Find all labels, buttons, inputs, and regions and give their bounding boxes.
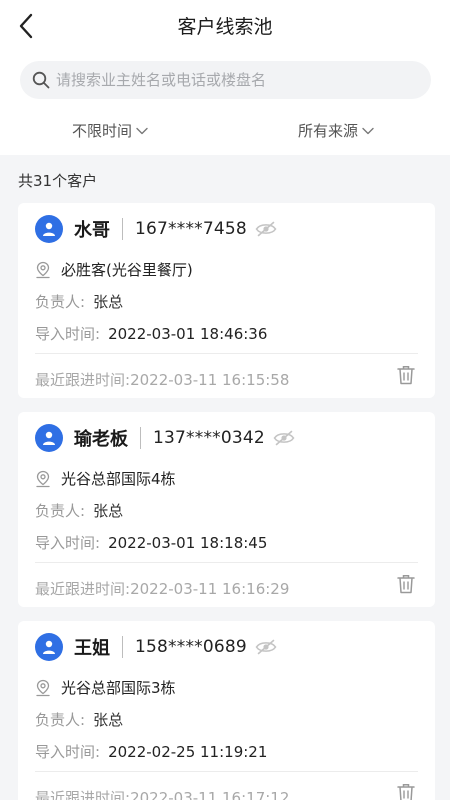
search-icon	[32, 71, 50, 89]
customer-card-header: 瑜老板 137****0342	[35, 423, 295, 453]
last-follow-label: 最近跟进时间:	[35, 789, 131, 800]
avatar	[35, 215, 63, 243]
last-follow-value: 2022-03-11 16:15:58	[130, 371, 290, 389]
customer-name: 瑜老板	[74, 429, 128, 450]
import-time-label: 导入时间:	[35, 325, 101, 343]
customer-address: 光谷总部国际4栋	[35, 468, 176, 489]
time-filter-label: 不限时间	[72, 122, 133, 140]
card-divider	[35, 562, 418, 563]
location-pin-icon	[35, 261, 51, 279]
divider	[140, 427, 141, 449]
toggle-phone-visibility-button[interactable]	[255, 639, 277, 655]
last-follow-label: 最近跟进时间:	[35, 371, 131, 389]
last-follow-value: 2022-03-11 16:17:12	[130, 789, 290, 800]
nav-bar: 客户线索池	[0, 0, 450, 52]
search-bar[interactable]	[20, 61, 431, 99]
customer-card[interactable]: 王姐 158****0689 光谷总部国际3栋 负责人: 张总 导入时间: 20…	[18, 621, 435, 800]
owner-row: 负责人: 张总	[35, 291, 123, 312]
card-divider	[35, 353, 418, 354]
import-time-row: 导入时间: 2022-03-01 18:46:36	[35, 323, 267, 344]
delete-button[interactable]	[397, 783, 415, 800]
address-text: 必胜客(光谷里餐厅)	[61, 261, 193, 279]
last-follow-label: 最近跟进时间:	[35, 580, 131, 598]
toggle-phone-visibility-button[interactable]	[273, 430, 295, 446]
user-icon	[43, 640, 55, 654]
chevron-down-icon	[136, 127, 148, 134]
location-pin-icon	[35, 470, 51, 488]
customer-phone: 158****0689	[135, 637, 247, 657]
owner-row: 负责人: 张总	[35, 500, 123, 521]
owner-label: 负责人:	[35, 711, 86, 729]
owner-value: 张总	[93, 293, 124, 311]
trash-icon	[397, 366, 415, 385]
delete-button[interactable]	[397, 365, 415, 389]
divider	[122, 636, 123, 658]
import-time-value: 2022-03-01 18:18:45	[108, 534, 268, 552]
divider	[122, 218, 123, 240]
last-follow-row: 最近跟进时间:2022-03-11 16:17:12	[35, 787, 289, 800]
customer-card-header: 王姐 158****0689	[35, 632, 277, 662]
trash-icon	[397, 784, 415, 800]
header: 客户线索池 不限时间 所有来源	[0, 0, 450, 155]
customer-name: 水哥	[74, 220, 110, 241]
address-text: 光谷总部国际3栋	[61, 679, 176, 697]
last-follow-row: 最近跟进时间:2022-03-11 16:16:29	[35, 578, 289, 599]
import-time-value: 2022-03-01 18:46:36	[108, 325, 268, 343]
owner-row: 负责人: 张总	[35, 709, 123, 730]
customer-name: 王姐	[74, 638, 110, 659]
avatar	[35, 633, 63, 661]
chevron-down-icon	[362, 127, 374, 134]
owner-value: 张总	[93, 502, 124, 520]
trash-icon	[397, 575, 415, 594]
import-time-label: 导入时间:	[35, 743, 101, 761]
source-filter-dropdown[interactable]: 所有来源	[298, 120, 374, 141]
user-icon	[43, 431, 55, 445]
owner-value: 张总	[93, 711, 124, 729]
import-time-row: 导入时间: 2022-02-25 11:19:21	[35, 741, 267, 762]
customer-address: 必胜客(光谷里餐厅)	[35, 259, 193, 280]
last-follow-value: 2022-03-11 16:16:29	[130, 580, 290, 598]
customer-address: 光谷总部国际3栋	[35, 677, 176, 698]
source-filter-label: 所有来源	[298, 122, 359, 140]
time-filter-dropdown[interactable]: 不限时间	[72, 120, 148, 141]
location-pin-icon	[35, 679, 51, 697]
import-time-label: 导入时间:	[35, 534, 101, 552]
owner-label: 负责人:	[35, 502, 86, 520]
customer-count: 共31个客户	[18, 172, 98, 190]
filter-bar: 不限时间 所有来源	[0, 112, 450, 152]
toggle-phone-visibility-button[interactable]	[255, 221, 277, 237]
import-time-row: 导入时间: 2022-03-01 18:18:45	[35, 532, 267, 553]
owner-label: 负责人:	[35, 293, 86, 311]
user-icon	[43, 222, 55, 236]
eye-off-icon	[273, 430, 295, 446]
search-input[interactable]	[56, 71, 416, 89]
customer-phone: 167****7458	[135, 219, 247, 239]
avatar	[35, 424, 63, 452]
card-divider	[35, 771, 418, 772]
customer-card-header: 水哥 167****7458	[35, 214, 277, 244]
last-follow-row: 最近跟进时间:2022-03-11 16:15:58	[35, 369, 289, 390]
delete-button[interactable]	[397, 574, 415, 598]
customer-card[interactable]: 瑜老板 137****0342 光谷总部国际4栋 负责人: 张总 导入时间: 2…	[18, 412, 435, 607]
eye-off-icon	[255, 221, 277, 237]
eye-off-icon	[255, 639, 277, 655]
customer-phone: 137****0342	[153, 428, 265, 448]
customer-card[interactable]: 水哥 167****7458 必胜客(光谷里餐厅) 负责人: 张总 导入时间: …	[18, 203, 435, 398]
page-title: 客户线索池	[177, 16, 273, 38]
address-text: 光谷总部国际4栋	[61, 470, 176, 488]
import-time-value: 2022-02-25 11:19:21	[108, 743, 268, 761]
